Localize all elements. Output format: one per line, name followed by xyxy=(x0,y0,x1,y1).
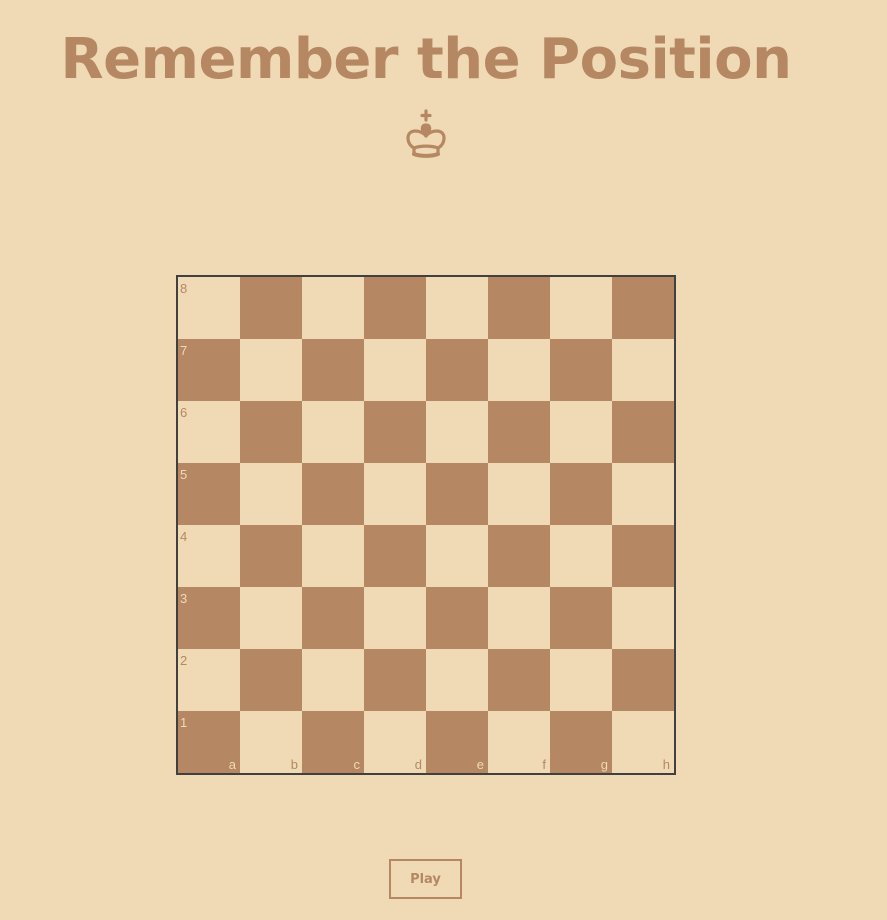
board-square-a8[interactable]: 8 xyxy=(178,277,240,339)
board-square-d6[interactable] xyxy=(364,401,426,463)
rank-label: 6 xyxy=(180,405,188,420)
board-square-f6[interactable] xyxy=(488,401,550,463)
board-square-f3[interactable] xyxy=(488,587,550,649)
board-square-e5[interactable] xyxy=(426,463,488,525)
board-square-h3[interactable] xyxy=(612,587,674,649)
board-square-f1[interactable]: f xyxy=(488,711,550,773)
board-square-a4[interactable]: 4 xyxy=(178,525,240,587)
file-label: d xyxy=(414,757,422,772)
play-button[interactable]: Play xyxy=(389,859,462,899)
page-title: Remember the Position xyxy=(60,27,792,92)
board-square-b6[interactable] xyxy=(240,401,302,463)
board-square-d4[interactable] xyxy=(364,525,426,587)
file-label: b xyxy=(290,757,298,772)
board-square-c6[interactable] xyxy=(302,401,364,463)
board-square-d8[interactable] xyxy=(364,277,426,339)
board-square-e8[interactable] xyxy=(426,277,488,339)
board-square-g5[interactable] xyxy=(550,463,612,525)
board-square-f4[interactable] xyxy=(488,525,550,587)
file-label: a xyxy=(228,757,236,772)
board-square-d2[interactable] xyxy=(364,649,426,711)
board-square-b3[interactable] xyxy=(240,587,302,649)
file-label: e xyxy=(476,757,484,772)
board-square-h2[interactable] xyxy=(612,649,674,711)
board-square-c8[interactable] xyxy=(302,277,364,339)
rank-label: 3 xyxy=(180,591,188,606)
board-square-b4[interactable] xyxy=(240,525,302,587)
board-square-e3[interactable] xyxy=(426,587,488,649)
board-square-a5[interactable]: 5 xyxy=(178,463,240,525)
board-square-a7[interactable]: 7 xyxy=(178,339,240,401)
board-square-h7[interactable] xyxy=(612,339,674,401)
rank-label: 5 xyxy=(180,467,188,482)
board-square-g3[interactable] xyxy=(550,587,612,649)
board-square-a1[interactable]: 1a xyxy=(178,711,240,773)
board-square-f7[interactable] xyxy=(488,339,550,401)
board-square-f2[interactable] xyxy=(488,649,550,711)
board-square-b1[interactable]: b xyxy=(240,711,302,773)
rank-label: 4 xyxy=(180,529,188,544)
board-square-a2[interactable]: 2 xyxy=(178,649,240,711)
rank-label: 2 xyxy=(180,653,188,668)
file-label: c xyxy=(353,757,361,772)
board-square-c2[interactable] xyxy=(302,649,364,711)
board-square-c4[interactable] xyxy=(302,525,364,587)
board-square-g8[interactable] xyxy=(550,277,612,339)
board-square-e1[interactable]: e xyxy=(426,711,488,773)
board-square-b7[interactable] xyxy=(240,339,302,401)
file-label: h xyxy=(662,757,670,772)
board-square-g1[interactable]: g xyxy=(550,711,612,773)
board-square-g6[interactable] xyxy=(550,401,612,463)
board-square-e2[interactable] xyxy=(426,649,488,711)
board-square-g7[interactable] xyxy=(550,339,612,401)
board-square-h8[interactable] xyxy=(612,277,674,339)
board-square-d7[interactable] xyxy=(364,339,426,401)
rank-label: 1 xyxy=(180,715,188,730)
rank-label: 7 xyxy=(180,343,188,358)
board-square-g2[interactable] xyxy=(550,649,612,711)
board-square-e4[interactable] xyxy=(426,525,488,587)
board-square-g4[interactable] xyxy=(550,525,612,587)
file-label: f xyxy=(542,757,546,772)
board-square-d5[interactable] xyxy=(364,463,426,525)
board-square-f5[interactable] xyxy=(488,463,550,525)
chess-board[interactable]: 87654321abcdefgh xyxy=(176,275,676,775)
board-square-d1[interactable]: d xyxy=(364,711,426,773)
board-square-h1[interactable]: h xyxy=(612,711,674,773)
file-label: g xyxy=(600,757,608,772)
chess-king-icon xyxy=(406,109,446,158)
board-square-c3[interactable] xyxy=(302,587,364,649)
board-square-c1[interactable]: c xyxy=(302,711,364,773)
board-square-b2[interactable] xyxy=(240,649,302,711)
board-square-e7[interactable] xyxy=(426,339,488,401)
board-square-d3[interactable] xyxy=(364,587,426,649)
board-square-b8[interactable] xyxy=(240,277,302,339)
rank-label: 8 xyxy=(180,281,188,296)
board-square-h6[interactable] xyxy=(612,401,674,463)
board-square-c7[interactable] xyxy=(302,339,364,401)
board-square-b5[interactable] xyxy=(240,463,302,525)
board-square-f8[interactable] xyxy=(488,277,550,339)
board-square-e6[interactable] xyxy=(426,401,488,463)
board-square-a6[interactable]: 6 xyxy=(178,401,240,463)
board-square-a3[interactable]: 3 xyxy=(178,587,240,649)
page: Remember the Position 87654321abcdefgh P… xyxy=(0,0,887,920)
board-square-h5[interactable] xyxy=(612,463,674,525)
board-square-h4[interactable] xyxy=(612,525,674,587)
board-square-c5[interactable] xyxy=(302,463,364,525)
